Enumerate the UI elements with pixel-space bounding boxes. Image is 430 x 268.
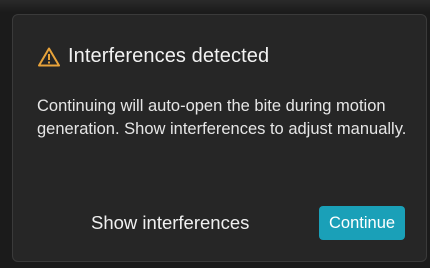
interference-dialog: Interferences detected Continuing will a… [12,14,427,262]
dialog-title: Interferences detected [68,45,270,67]
warning-icon [38,47,60,67]
continue-button[interactable]: Continue [319,206,406,240]
show-interferences-button[interactable]: Show interferences [87,203,253,243]
dialog-actions: Show interferences Continue [13,203,428,243]
dialog-message: Continuing will auto-open the bite durin… [37,97,407,138]
dialog-header: Interferences detected [38,45,269,68]
